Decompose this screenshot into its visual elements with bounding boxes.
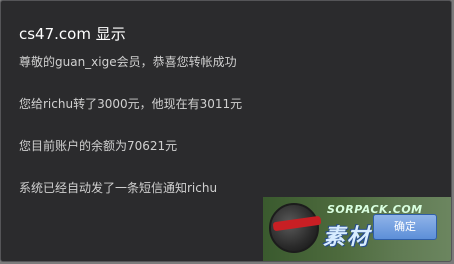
message-line: 您给richu转了3000元，他现在有3011元 bbox=[19, 97, 243, 111]
watermark-glyphs: 素材 bbox=[323, 225, 372, 250]
message-line: 系统已经自动发了一条短信通知richu bbox=[19, 181, 218, 195]
alert-dialog: cs47.com 显示 尊敬的guan_xige会员，恭喜您转帐成功 您给ric… bbox=[0, 0, 452, 262]
dialog-title: cs47.com 显示 bbox=[19, 25, 126, 43]
ok-button[interactable]: 确定 bbox=[373, 214, 437, 240]
message-line: 尊敬的guan_xige会员，恭喜您转帐成功 bbox=[19, 55, 237, 69]
message-line: 您目前账户的余额为70621元 bbox=[19, 139, 178, 153]
